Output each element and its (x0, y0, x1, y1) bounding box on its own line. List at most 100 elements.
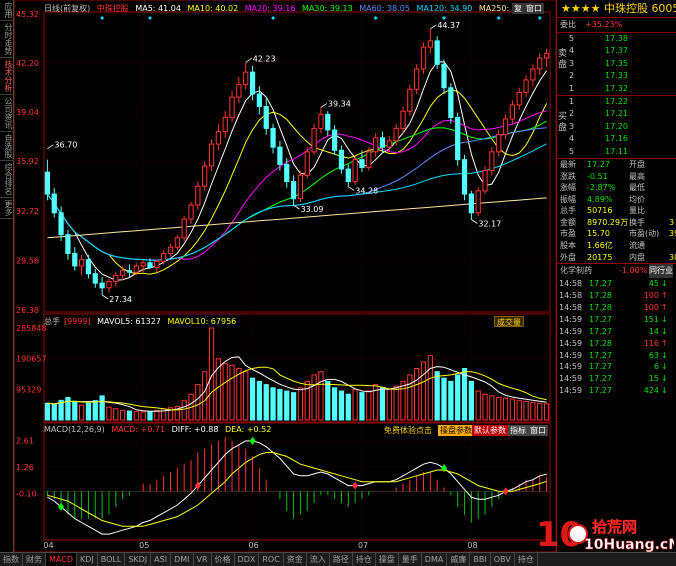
indicator-tab-20[interactable]: BBI (470, 553, 491, 566)
indicator-tab-5[interactable]: SKDJ (125, 553, 152, 566)
indicator-tab-18[interactable]: DMA (422, 553, 448, 566)
buy-level-row[interactable]: 1 17.22 (557, 96, 676, 108)
tick-time: 14:59 (559, 350, 583, 360)
industry-change: -1.00% (619, 266, 648, 276)
candle-body (113, 274, 119, 283)
volume-bar (270, 387, 276, 421)
volume-bar (44, 402, 51, 421)
candle-body (78, 259, 85, 267)
sell-level-row[interactable]: 1 17.32 (557, 83, 676, 95)
ma30-label: MA30: 39.13 (302, 4, 353, 13)
trade-params-button[interactable]: 操盘参数 (438, 425, 474, 436)
indicator-tab-19[interactable]: 威廉 (447, 553, 471, 566)
stat-key: 总手 (560, 206, 576, 216)
candle-body (106, 281, 112, 289)
indicator-tab-17[interactable]: 量手 (399, 553, 422, 566)
webi-label: 委比 (560, 20, 576, 29)
sell-level-row[interactable]: 2 17.33 (557, 70, 676, 82)
candle-body (120, 270, 126, 276)
volume-bar (304, 380, 310, 421)
buy-level-row[interactable]: 5 17.11 (557, 146, 676, 158)
event-marker-icon (373, 16, 378, 20)
volume-bar (51, 404, 57, 421)
free-trial-button[interactable]: 免费体验点击 (382, 425, 434, 436)
volume-bar (85, 402, 92, 421)
restore-right-button[interactable]: 复 (512, 3, 524, 14)
tick-direction: ↑ (661, 291, 668, 301)
indicator-tab-21[interactable]: OBV (491, 553, 515, 566)
tick-price: 17.27 (589, 314, 612, 324)
left-tab-4[interactable]: 自选股 (0, 132, 14, 161)
window-button[interactable]: 窗口 (524, 3, 544, 14)
tick-price: 17.27 (589, 350, 612, 360)
left-tab-5[interactable]: 综合排名 (0, 161, 14, 198)
indicator-tab-11[interactable]: ROC (259, 553, 284, 566)
buy-level-row[interactable]: 2 17.21 (557, 108, 676, 120)
indicator-tab-12[interactable]: 资金 (284, 553, 307, 566)
candle-body (393, 127, 399, 142)
event-marker-icon (271, 16, 276, 20)
indicator-tab-22[interactable]: 持仓 (515, 553, 538, 566)
indicator-tab-14[interactable]: 路径 (330, 553, 353, 566)
indicator-tab-13[interactable]: 流入 (307, 553, 330, 566)
stat-key-2: 流通 (629, 241, 645, 251)
default-params-button[interactable]: 默认参数 (472, 425, 508, 436)
level-price: 17.38 (605, 34, 628, 43)
indicator-tab-7[interactable]: DMI (171, 553, 194, 566)
candle-body (249, 71, 256, 95)
left-tab-0[interactable]: 应用 (0, 0, 14, 21)
indicator-tab-9[interactable]: 价格 (212, 553, 235, 566)
indicator-tab-4[interactable]: BOLL (98, 553, 126, 566)
sell-level-row[interactable]: 5 17.38 (557, 33, 676, 45)
stat-key-2: 市盈(动) (629, 229, 660, 239)
candle-body (140, 262, 146, 267)
kline-chart[interactable]: 36.70 42.23 39.34 27.34 33.09 34.28 44.37 32.17… (14, 0, 556, 552)
sell-level-row[interactable]: 4 17.37 (557, 45, 676, 57)
left-tab-1[interactable]: 分时走势 (0, 21, 14, 58)
tick-list: 14:58 17.27 45 ↓ 14:58 17.28 100 ↑ 14:58 17.28 100… (557, 278, 676, 397)
candle-body (284, 163, 290, 183)
left-tab-6[interactable]: 更多 (0, 198, 14, 219)
volume-bar (427, 355, 433, 421)
candle-body (161, 252, 167, 262)
volume-bar (352, 388, 358, 421)
indicator-tab-15[interactable]: 持仓 (353, 553, 376, 566)
indicator-tab-8[interactable]: VR (194, 553, 212, 566)
indicator-tab-10[interactable]: DDX (235, 553, 260, 566)
left-tab-2[interactable]: 技术分析 (0, 58, 14, 95)
buy-level-row[interactable]: 4 17.16 (557, 133, 676, 145)
volume-bar (243, 371, 249, 421)
sell-level-row[interactable]: 3 17.35 (557, 58, 676, 70)
indicator-tab-6[interactable]: ASI (151, 553, 172, 566)
webi-value: +35.23% (585, 20, 623, 29)
candle-body (414, 68, 420, 90)
tick-volume: 14 (648, 326, 659, 336)
tick-row: 14:59 17.28 116 ↑ (557, 338, 676, 350)
macd-window-button[interactable]: 窗口 (528, 425, 548, 436)
indicator-tab-2[interactable]: MACD (46, 553, 77, 566)
event-marker-icon (537, 16, 542, 20)
buy-level-row[interactable]: 3 17.20 (557, 121, 676, 133)
volume-select-button[interactable]: 成交量 (494, 316, 524, 327)
indicator-tab-16[interactable]: 操盘 (376, 553, 399, 566)
tick-row: 14:59 17.27 14 ↓ (557, 326, 676, 338)
indicator-tab-3[interactable]: KDJ (77, 553, 98, 566)
indicator-button[interactable]: 指标 (508, 425, 528, 436)
macd-tick-label: 2.61 (16, 437, 34, 446)
tick-direction: ↓ (661, 386, 668, 396)
left-tab-3[interactable]: 公司资讯 (0, 95, 14, 132)
volume-bar (202, 371, 208, 421)
indicator-tab-1[interactable]: 财务 (23, 553, 46, 566)
quote-stats: 最新 17.27 开盘 涨跌 -0.51 最高 涨幅 -2.87% 最低 振幅 4.89% 均价 总手 5… (557, 159, 676, 263)
indicator-tab-0[interactable]: 指数 (0, 553, 23, 566)
level-price: 17.11 (605, 146, 628, 156)
volume-bar (379, 387, 386, 421)
sell-orders: 卖盘 5 17.38 4 17.37 3 17.35 2 17.33 1 17.32 (557, 33, 676, 95)
tick-direction: ↓ (661, 326, 668, 336)
annotation-leader (430, 24, 437, 30)
volume-label: 总手 (44, 317, 60, 326)
chart-area[interactable]: 36.70 42.23 39.34 27.34 33.09 34.28 44.37 32.17… (14, 0, 556, 552)
peer-industry-button[interactable]: 同行业 (649, 264, 673, 279)
price-tick-label: 29.56 (16, 256, 39, 265)
candle-body (407, 88, 413, 112)
